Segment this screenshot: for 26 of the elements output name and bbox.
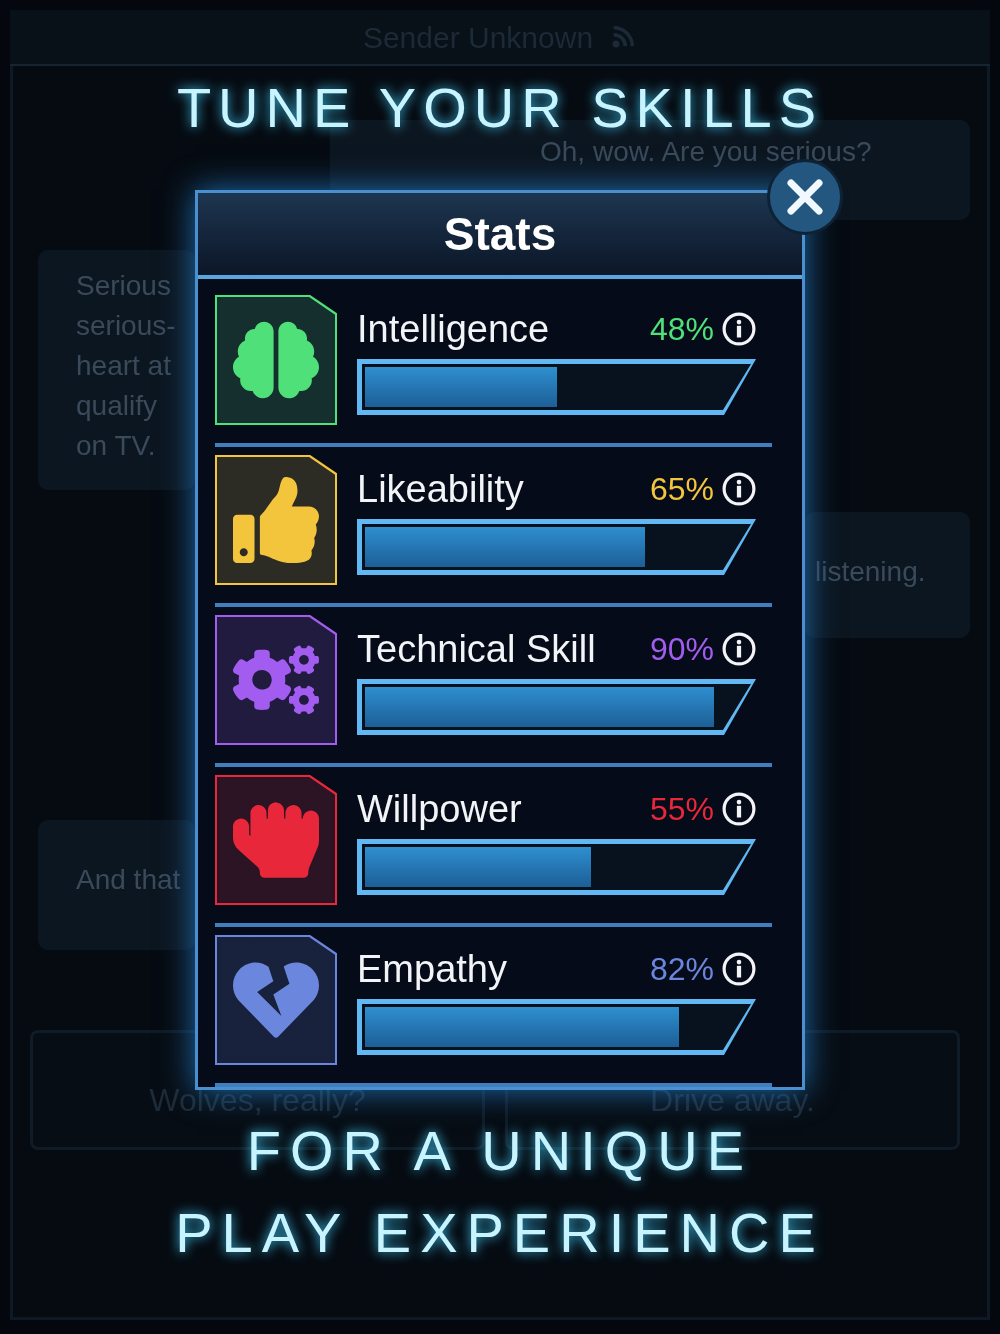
stat-percent: 90% [649, 633, 714, 665]
message-text: qualify [76, 389, 157, 423]
stat-name: Willpower [357, 790, 523, 828]
stat-name: Technical Skill [357, 630, 597, 668]
message-text: listening. [815, 555, 926, 589]
message-text: on TV. [76, 429, 156, 463]
stat-name: Empathy [357, 950, 508, 988]
stat-name: Likeability [357, 470, 525, 508]
stat-percent: 48% [649, 313, 714, 345]
close-icon [785, 177, 825, 217]
stat-name: Intelligence [357, 310, 551, 348]
dialog-title: Stats [443, 206, 557, 262]
info-icon[interactable] [722, 952, 756, 986]
thumbs-up-icon [233, 477, 319, 563]
stat-percent: 82% [649, 953, 714, 985]
stat-percent: 55% [649, 793, 714, 825]
info-icon[interactable] [722, 632, 756, 666]
message-text: And that [76, 863, 181, 897]
tagline-line: PLAY EXPERIENCE [175, 1200, 825, 1266]
stat-percent: 65% [649, 473, 714, 505]
message-text: serious- [76, 309, 176, 343]
message-text: heart at [76, 349, 171, 383]
info-icon[interactable] [722, 472, 756, 506]
info-icon[interactable] [722, 792, 756, 826]
message-text: Serious [76, 269, 171, 303]
info-icon[interactable] [722, 312, 756, 346]
